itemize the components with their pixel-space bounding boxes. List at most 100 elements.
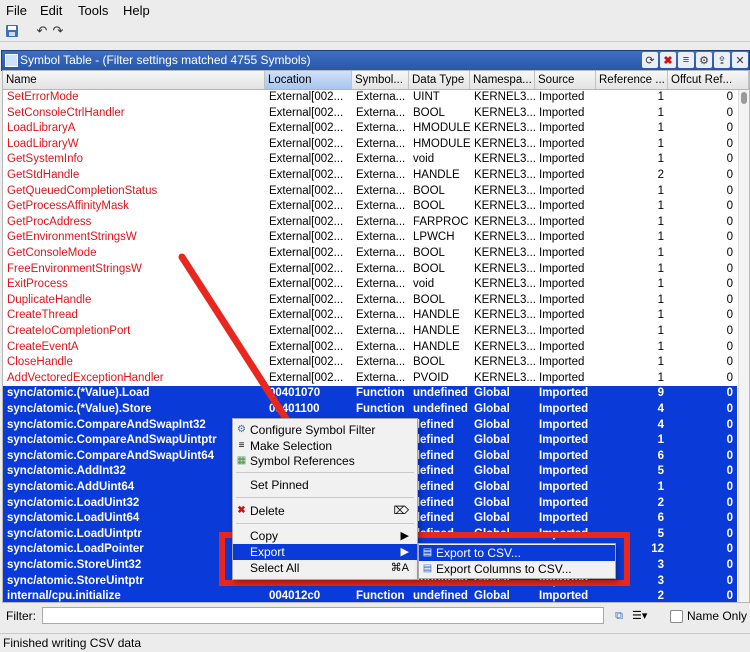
column-header-offcut-ref[interactable]: Offcut Ref... bbox=[668, 71, 749, 89]
cell-source: Imported bbox=[539, 137, 585, 150]
cell-offcut-ref: 0 bbox=[726, 91, 733, 103]
table-row[interactable]: GetSystemInfo External[002... Externa... vo… bbox=[3, 152, 737, 168]
table-row[interactable]: GetProcessAffinityMask External[002... Ext… bbox=[3, 199, 737, 215]
table-row[interactable]: LoadLibraryA External[002... Externa... HMO… bbox=[3, 121, 737, 137]
table-row[interactable]: DuplicateHandle External[002... Externa...… bbox=[3, 293, 737, 309]
cell-offcut-ref: 0 bbox=[726, 543, 733, 556]
close-icon[interactable]: ✕ bbox=[732, 52, 748, 68]
menu-tools[interactable]: Tools bbox=[78, 3, 108, 18]
table-row[interactable]: ExitProcess External[002... Externa... void… bbox=[3, 277, 737, 293]
panel-title: Symbol Table - (Filter settings matched … bbox=[20, 53, 311, 67]
column-header-source[interactable]: Source bbox=[535, 71, 596, 89]
cell-location: 00401100 bbox=[269, 403, 320, 415]
cell-symbol-type: Externa... bbox=[356, 122, 406, 135]
delete-icon[interactable]: ✖ bbox=[660, 52, 676, 68]
cell-name: sync/atomic.CompareAndSwapUint64 bbox=[7, 449, 215, 462]
cell-source: Imported bbox=[539, 371, 585, 384]
cell-source: Imported bbox=[539, 309, 585, 322]
cell-data-type: HANDLE bbox=[413, 340, 460, 353]
menu-item-make-selection[interactable]: ≡ Make Selection bbox=[233, 438, 417, 454]
table-row[interactable]: SetConsoleCtrlHandler External[002... Exte… bbox=[3, 106, 737, 122]
cell-symbol-type: Externa... bbox=[356, 215, 406, 228]
cell-offcut-ref: 0 bbox=[726, 247, 733, 259]
cell-offcut-ref: 0 bbox=[726, 418, 733, 431]
save-icon[interactable] bbox=[4, 23, 20, 39]
table-row[interactable]: GetConsoleMode External[002... Externa... B… bbox=[3, 246, 737, 262]
settings-icon[interactable]: ⚙ bbox=[696, 52, 712, 68]
redo-icon[interactable]: ↷ bbox=[50, 23, 66, 39]
cell-source: Imported bbox=[539, 231, 585, 244]
cell-reference-count: 1 bbox=[657, 262, 664, 275]
menu-item-symbol-references[interactable]: ▦ Symbol References bbox=[233, 453, 417, 469]
menu-item-export-columns-to-csv[interactable]: ▤ Export Columns to CSV... bbox=[419, 561, 615, 577]
menu-item-export[interactable]: Export ▶ bbox=[233, 544, 417, 560]
refresh-icon[interactable]: ⟳ bbox=[642, 52, 658, 68]
cell-data-type: HMODULE bbox=[413, 122, 470, 135]
cell-offcut-ref: 0 bbox=[726, 200, 733, 213]
cell-namespace: Global bbox=[474, 465, 510, 478]
menu-item-export-to-csv[interactable]: ▤ Export to CSV... bbox=[419, 545, 615, 561]
menu-item-set-pinned[interactable]: Set Pinned bbox=[233, 477, 417, 493]
table-row[interactable]: AddVectoredExceptionHandler External[002.… bbox=[3, 371, 737, 387]
menu-item-delete[interactable]: ✖ Delete ⌦ bbox=[233, 503, 417, 519]
cell-location: External[002... bbox=[269, 122, 344, 135]
cell-reference-count: 9 bbox=[657, 387, 664, 400]
cell-data-type: HANDLE bbox=[413, 325, 460, 337]
table-row[interactable]: GetStdHandle External[002... Externa... HAN… bbox=[3, 168, 737, 184]
column-header-namespace[interactable]: Namespa... bbox=[470, 71, 535, 89]
cell-location: External[002... bbox=[269, 215, 344, 228]
menu-help[interactable]: Help bbox=[123, 3, 150, 18]
menu-edit[interactable]: Edit bbox=[40, 3, 62, 18]
cell-name: SetConsoleCtrlHandler bbox=[7, 106, 125, 119]
scroll-thumb[interactable] bbox=[741, 92, 747, 104]
table-row[interactable]: FreeEnvironmentStringsW External[002... Ex… bbox=[3, 262, 737, 278]
table-row[interactable]: CreateThread External[002... Externa... HAN… bbox=[3, 308, 737, 324]
table-row[interactable]: GetProcAddress External[002... Externa... F… bbox=[3, 215, 737, 231]
table-row[interactable]: internal/cpu.initialize 004012c0 Function u… bbox=[3, 589, 737, 603]
cell-symbol-type: Function bbox=[356, 590, 405, 603]
column-header-symbol-type[interactable]: Symbol... bbox=[352, 71, 409, 89]
table-row[interactable]: GetEnvironmentStringsW External[002... Ext… bbox=[3, 230, 737, 246]
cell-name: internal/cpu.initialize bbox=[7, 590, 121, 603]
cell-source: Imported bbox=[539, 590, 589, 603]
cell-offcut-ref: 0 bbox=[726, 387, 733, 400]
menu-item-copy[interactable]: Copy ▶ bbox=[233, 528, 417, 544]
menu-file[interactable]: File bbox=[6, 3, 27, 18]
list-icon[interactable]: ≡ bbox=[678, 52, 694, 68]
filter-options-icon[interactable]: ⧉ bbox=[612, 609, 626, 623]
cell-location: External[002... bbox=[269, 91, 344, 103]
filter-settings-dropdown-icon[interactable]: ☰▾ bbox=[632, 609, 647, 623]
export-icon[interactable]: ⇪ bbox=[714, 52, 730, 68]
column-header-reference-count[interactable]: Reference ... bbox=[596, 71, 668, 89]
column-header-location[interactable]: Location bbox=[265, 71, 352, 89]
cell-offcut-ref: 0 bbox=[726, 496, 733, 509]
filter-input[interactable] bbox=[42, 607, 604, 624]
table-row[interactable]: CreateIoCompletionPort External[002... Ext… bbox=[3, 324, 737, 340]
cell-data-type: void bbox=[413, 153, 435, 166]
cell-reference-count: 1 bbox=[657, 293, 664, 306]
menu-item-select-all[interactable]: Select All ⌘A bbox=[233, 560, 417, 576]
column-header-data-type[interactable]: Data Type bbox=[409, 71, 470, 89]
table-row[interactable]: CloseHandle External[002... Externa... BOOL… bbox=[3, 355, 737, 371]
table-row[interactable]: sync/atomic.(*Value).Store 00401100 Functi… bbox=[3, 402, 737, 418]
table-row[interactable]: GetQueuedCompletionStatus External[002...… bbox=[3, 184, 737, 200]
vertical-scrollbar[interactable] bbox=[738, 90, 749, 602]
cell-offcut-ref: 0 bbox=[726, 262, 733, 275]
table-row[interactable]: sync/atomic.(*Value).Load 00401070 Functio… bbox=[3, 386, 737, 402]
cell-name: CreateEventA bbox=[7, 340, 79, 353]
cell-symbol-type: Externa... bbox=[356, 309, 406, 322]
name-only-checkbox[interactable] bbox=[670, 610, 683, 623]
table-row[interactable]: SetErrorMode External[002... Externa... UIN… bbox=[3, 90, 737, 106]
table-row[interactable]: CreateEventA External[002... Externa... HAN… bbox=[3, 340, 737, 356]
cell-data-type: defined bbox=[413, 481, 454, 493]
cell-namespace: KERNEL3... bbox=[474, 122, 535, 135]
cell-reference-count: 1 bbox=[657, 231, 664, 244]
cell-location: External[002... bbox=[269, 325, 344, 337]
cell-namespace: Global bbox=[474, 512, 510, 525]
column-header-name[interactable]: Name bbox=[3, 71, 265, 89]
table-row[interactable]: LoadLibraryW External[002... Externa... HMO… bbox=[3, 137, 737, 153]
cell-source: Imported bbox=[539, 169, 585, 181]
menu-item-configure-symbol-filter[interactable]: ⚙ Configure Symbol Filter bbox=[233, 422, 417, 438]
cell-reference-count: 1 bbox=[657, 309, 664, 322]
undo-icon[interactable]: ↶ bbox=[34, 23, 50, 39]
